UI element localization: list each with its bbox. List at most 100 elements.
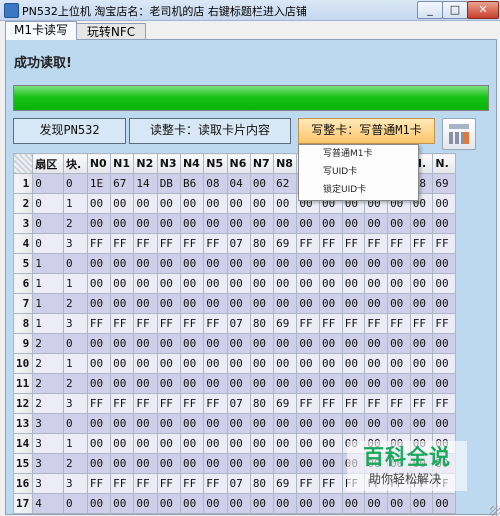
cell-block[interactable]: 3 — [63, 393, 88, 414]
cell-sector[interactable]: 4 — [32, 513, 65, 514]
cell-byte[interactable]: 00 — [179, 353, 205, 374]
cell-byte[interactable]: FF — [341, 233, 366, 254]
cell-byte[interactable]: 00 — [341, 353, 366, 374]
cell-byte[interactable]: 00 — [226, 493, 251, 514]
cell-byte[interactable]: 80 — [249, 233, 275, 254]
cell-byte[interactable]: 00 — [341, 253, 366, 274]
cell-byte[interactable]: 00 — [133, 413, 158, 434]
cell-byte[interactable]: 00 — [179, 253, 205, 274]
cell-byte[interactable]: 00 — [86, 433, 112, 454]
cell-byte[interactable]: FF — [319, 393, 343, 414]
cell-byte[interactable]: 00 — [110, 433, 135, 454]
cell-sector[interactable]: 3 — [32, 453, 65, 474]
cell-byte[interactable]: FF — [387, 233, 411, 254]
cell-byte[interactable]: 00 — [156, 293, 181, 314]
cell-byte[interactable]: 00 — [341, 213, 366, 234]
cell-byte[interactable]: 00 — [249, 173, 275, 194]
table-row[interactable]: 6 1 1 00 00 00 00 00 00 00 00 00 00 00 00 00 00 00 00 — [13, 273, 476, 294]
cell-byte[interactable]: 00 — [432, 353, 457, 374]
cell-byte[interactable]: FF — [364, 313, 389, 334]
cell-byte[interactable]: 80 — [249, 313, 275, 334]
cell-byte[interactable]: 00 — [319, 253, 343, 274]
cell-block[interactable]: 0 — [63, 333, 88, 354]
cell-byte[interactable]: 00 — [296, 333, 321, 354]
table-row[interactable]: 184100000000000000000000000000000000 — [13, 513, 476, 514]
maximize-button[interactable]: □ — [442, 1, 468, 19]
cell-byte[interactable]: FF — [179, 233, 205, 254]
cell-block[interactable]: 0 — [63, 173, 88, 194]
cell-byte[interactable]: 00 — [296, 213, 321, 234]
cell-byte[interactable]: 00 — [249, 353, 275, 374]
cell-byte[interactable]: 00 — [249, 493, 275, 514]
table-row[interactable]: 3 0 2 00 00 00 00 00 00 00 00 00 00 00 00 00 00 00 00 — [13, 213, 476, 234]
cell-byte[interactable]: 00 — [179, 373, 205, 394]
calculator-icon[interactable] — [442, 118, 476, 150]
cell-byte[interactable]: FF — [296, 233, 321, 254]
menu-item-write-normal-m1[interactable]: 写普通M1卡 — [299, 146, 418, 163]
cell-byte[interactable]: 00 — [432, 493, 457, 514]
discover-pn532-button[interactable]: 发现PN532 — [13, 118, 126, 144]
cell-byte[interactable]: 00 — [273, 373, 298, 394]
cell-byte[interactable]: 00 — [133, 213, 158, 234]
grid-header-n6[interactable]: N6 — [226, 153, 251, 174]
cell-byte[interactable]: FF — [133, 313, 158, 334]
row-number[interactable]: 12 — [13, 393, 34, 414]
cell-byte[interactable]: 00 — [86, 273, 112, 294]
cell-byte[interactable]: 00 — [156, 213, 181, 234]
cell-byte[interactable]: FF — [110, 313, 135, 334]
grid-header-n8[interactable]: N8 — [273, 153, 298, 174]
cell-byte[interactable]: 00 — [341, 333, 366, 354]
cell-byte[interactable]: 00 — [86, 513, 112, 514]
cell-byte[interactable]: 00 — [110, 493, 135, 514]
cell-byte[interactable]: 00 — [110, 193, 135, 214]
cell-block[interactable]: 3 — [63, 233, 88, 254]
cell-byte[interactable]: 00 — [249, 213, 275, 234]
cell-sector[interactable]: 2 — [32, 353, 65, 374]
table-row[interactable]: 4 0 3 FF FF FF FF FF FF 07 80 69 FF FF FF FF FF FF FF — [13, 233, 476, 254]
row-number[interactable]: 11 — [13, 373, 34, 394]
cell-byte[interactable]: 00 — [203, 433, 228, 454]
cell-byte[interactable]: 00 — [156, 413, 181, 434]
row-number[interactable]: 8 — [13, 313, 34, 334]
cell-byte[interactable]: 00 — [249, 373, 275, 394]
write-card-button[interactable]: 写整卡：写普通M1卡 — [298, 118, 435, 144]
cell-byte[interactable]: 00 — [296, 433, 321, 454]
cell-byte[interactable]: 00 — [179, 193, 205, 214]
cell-byte[interactable]: 00 — [86, 413, 112, 434]
cell-byte[interactable]: FF — [296, 473, 321, 494]
cell-byte[interactable]: FF — [432, 313, 457, 334]
cell-byte[interactable]: 00 — [319, 353, 343, 374]
cell-byte[interactable]: 00 — [319, 493, 343, 514]
cell-byte[interactable]: 00 — [86, 453, 112, 474]
row-number[interactable]: 2 — [13, 193, 34, 214]
cell-byte[interactable]: FF — [156, 233, 181, 254]
cell-byte[interactable]: 69 — [273, 393, 298, 414]
cell-byte[interactable]: FF — [110, 233, 135, 254]
cell-byte[interactable]: 00 — [86, 293, 112, 314]
cell-byte[interactable]: 00 — [203, 213, 228, 234]
tab-m1-card[interactable]: M1卡读写 — [5, 21, 77, 40]
cell-byte[interactable]: 00 — [133, 333, 158, 354]
cell-byte[interactable]: 00 — [296, 493, 321, 514]
cell-byte[interactable]: 00 — [409, 273, 434, 294]
cell-byte[interactable]: 00 — [249, 273, 275, 294]
cell-byte[interactable]: FF — [110, 393, 135, 414]
cell-byte[interactable]: 00 — [179, 273, 205, 294]
cell-byte[interactable]: 00 — [179, 413, 205, 434]
cell-byte[interactable]: 00 — [432, 413, 457, 434]
row-number[interactable]: 16 — [13, 473, 34, 494]
grid-header-n4[interactable]: N4 — [179, 153, 205, 174]
cell-byte[interactable]: 00 — [249, 193, 275, 214]
row-number[interactable]: 7 — [13, 293, 34, 314]
cell-byte[interactable]: 00 — [226, 353, 251, 374]
cell-byte[interactable]: 00 — [432, 273, 457, 294]
cell-byte[interactable]: 00 — [387, 213, 411, 234]
grid-header-n1[interactable]: N1 — [110, 153, 135, 174]
cell-byte[interactable]: 00 — [133, 273, 158, 294]
row-number[interactable]: 6 — [13, 273, 34, 294]
cell-byte[interactable]: 00 — [110, 293, 135, 314]
cell-byte[interactable]: 00 — [249, 413, 275, 434]
cell-byte[interactable]: FF — [409, 233, 434, 254]
cell-byte[interactable]: 00 — [364, 333, 389, 354]
cell-byte[interactable]: 00 — [179, 493, 205, 514]
